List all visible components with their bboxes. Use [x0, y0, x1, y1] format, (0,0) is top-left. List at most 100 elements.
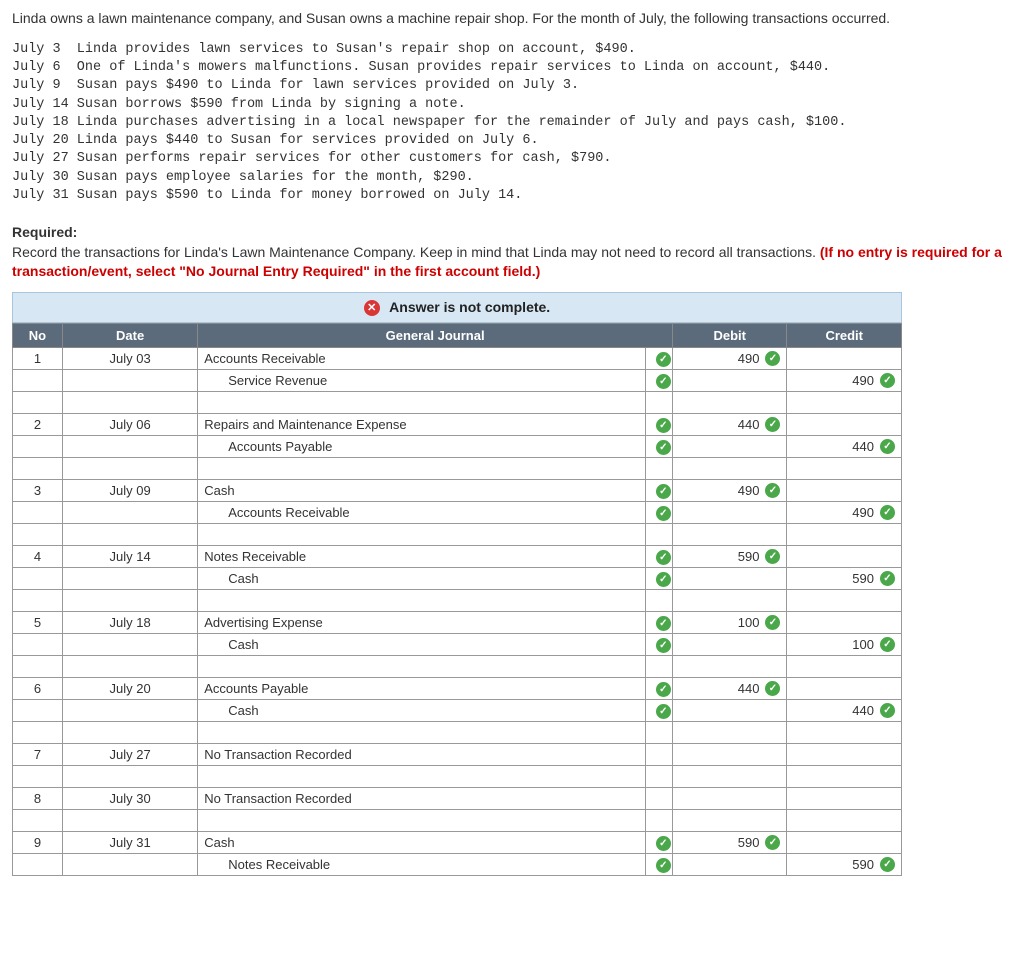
cell-debit[interactable]: [672, 788, 787, 810]
spacer-row: [13, 392, 902, 414]
cell-credit[interactable]: [787, 744, 902, 766]
cell-credit[interactable]: [787, 546, 902, 568]
spacer-row: [13, 810, 902, 832]
check-icon: ✓: [880, 637, 895, 652]
cell-date[interactable]: July 06: [62, 414, 197, 436]
cell-date[interactable]: [62, 568, 197, 590]
cell-credit[interactable]: [787, 612, 902, 634]
cell-date[interactable]: July 20: [62, 678, 197, 700]
cell-date[interactable]: [62, 502, 197, 524]
cell-date[interactable]: July 27: [62, 744, 197, 766]
cell-credit[interactable]: [787, 414, 902, 436]
check-icon: ✓: [656, 638, 671, 653]
spacer-row: [13, 590, 902, 612]
cell-debit[interactable]: 490✓: [672, 348, 787, 370]
cell-account-check: ✓: [645, 678, 672, 700]
cell-account[interactable]: Advertising Expense: [198, 612, 646, 634]
cell-credit[interactable]: 490✓: [787, 502, 902, 524]
cell-account[interactable]: Accounts Receivable: [198, 502, 646, 524]
cell-no: 9: [13, 832, 63, 854]
cell-credit[interactable]: [787, 480, 902, 502]
cell-credit[interactable]: 590✓: [787, 568, 902, 590]
cell-date[interactable]: [62, 436, 197, 458]
cell-date[interactable]: July 18: [62, 612, 197, 634]
cell-credit[interactable]: [787, 832, 902, 854]
banner-text: Answer is not complete.: [389, 299, 550, 315]
cell-account[interactable]: Accounts Payable: [198, 436, 646, 458]
cell-account[interactable]: No Transaction Recorded: [198, 788, 646, 810]
cell-account[interactable]: Accounts Receivable: [198, 348, 646, 370]
check-icon: ✓: [765, 615, 780, 630]
cell-date[interactable]: [62, 854, 197, 876]
table-row: 1July 03Accounts Receivable✓490✓: [13, 348, 902, 370]
cell-debit[interactable]: 590✓: [672, 832, 787, 854]
error-icon: ✕: [364, 300, 380, 316]
cell-account-check: ✓: [645, 832, 672, 854]
cell-credit[interactable]: [787, 788, 902, 810]
journal-table: No Date General Journal Debit Credit 1Ju…: [12, 323, 902, 876]
table-header-row: No Date General Journal Debit Credit: [13, 324, 902, 348]
cell-debit[interactable]: [672, 634, 787, 656]
cell-no: 6: [13, 678, 63, 700]
cell-credit[interactable]: 590✓: [787, 854, 902, 876]
cell-debit[interactable]: 100✓: [672, 612, 787, 634]
table-row: Cash✓100✓: [13, 634, 902, 656]
table-row: 9July 31Cash✓590✓: [13, 832, 902, 854]
cell-date[interactable]: July 31: [62, 832, 197, 854]
cell-date[interactable]: July 03: [62, 348, 197, 370]
cell-account[interactable]: Cash: [198, 568, 646, 590]
header-date: Date: [62, 324, 197, 348]
transaction-list: July 3 Linda provides lawn services to S…: [12, 41, 1012, 205]
cell-account[interactable]: Notes Receivable: [198, 854, 646, 876]
cell-date[interactable]: [62, 370, 197, 392]
cell-date[interactable]: July 09: [62, 480, 197, 502]
spacer-row: [13, 722, 902, 744]
cell-debit[interactable]: [672, 700, 787, 722]
check-icon: ✓: [765, 483, 780, 498]
cell-credit[interactable]: 490✓: [787, 370, 902, 392]
cell-no: [13, 370, 63, 392]
cell-account[interactable]: Cash: [198, 480, 646, 502]
cell-credit[interactable]: [787, 678, 902, 700]
table-row: 2July 06Repairs and Maintenance Expense✓…: [13, 414, 902, 436]
check-icon: ✓: [656, 616, 671, 631]
cell-account[interactable]: Cash: [198, 700, 646, 722]
check-icon: ✓: [656, 704, 671, 719]
cell-credit[interactable]: 100✓: [787, 634, 902, 656]
cell-credit[interactable]: 440✓: [787, 700, 902, 722]
cell-debit[interactable]: 440✓: [672, 678, 787, 700]
cell-account[interactable]: Notes Receivable: [198, 546, 646, 568]
cell-no: [13, 502, 63, 524]
cell-debit[interactable]: 590✓: [672, 546, 787, 568]
table-row: Accounts Receivable✓490✓: [13, 502, 902, 524]
cell-account[interactable]: No Transaction Recorded: [198, 744, 646, 766]
table-row: 5July 18Advertising Expense ✓100✓: [13, 612, 902, 634]
table-row: Cash✓440✓: [13, 700, 902, 722]
cell-debit[interactable]: [672, 744, 787, 766]
cell-credit[interactable]: [787, 348, 902, 370]
cell-date[interactable]: [62, 700, 197, 722]
cell-account[interactable]: Cash: [198, 832, 646, 854]
check-icon: ✓: [880, 703, 895, 718]
cell-account[interactable]: Cash: [198, 634, 646, 656]
cell-credit[interactable]: 440✓: [787, 436, 902, 458]
cell-debit[interactable]: [672, 370, 787, 392]
check-icon: ✓: [656, 440, 671, 455]
cell-debit[interactable]: 490✓: [672, 480, 787, 502]
spacer-row: [13, 656, 902, 678]
cell-debit[interactable]: [672, 436, 787, 458]
cell-account[interactable]: Accounts Payable: [198, 678, 646, 700]
cell-debit[interactable]: [672, 502, 787, 524]
cell-debit[interactable]: 440✓: [672, 414, 787, 436]
cell-date[interactable]: [62, 634, 197, 656]
cell-debit[interactable]: [672, 854, 787, 876]
cell-account[interactable]: Service Revenue: [198, 370, 646, 392]
cell-date[interactable]: July 14: [62, 546, 197, 568]
cell-no: 5: [13, 612, 63, 634]
cell-account[interactable]: Repairs and Maintenance Expense: [198, 414, 646, 436]
cell-no: 3: [13, 480, 63, 502]
table-row: 7July 27No Transaction Recorded: [13, 744, 902, 766]
cell-debit[interactable]: [672, 568, 787, 590]
cell-date[interactable]: July 30: [62, 788, 197, 810]
table-row: 3July 09Cash ✓490✓: [13, 480, 902, 502]
